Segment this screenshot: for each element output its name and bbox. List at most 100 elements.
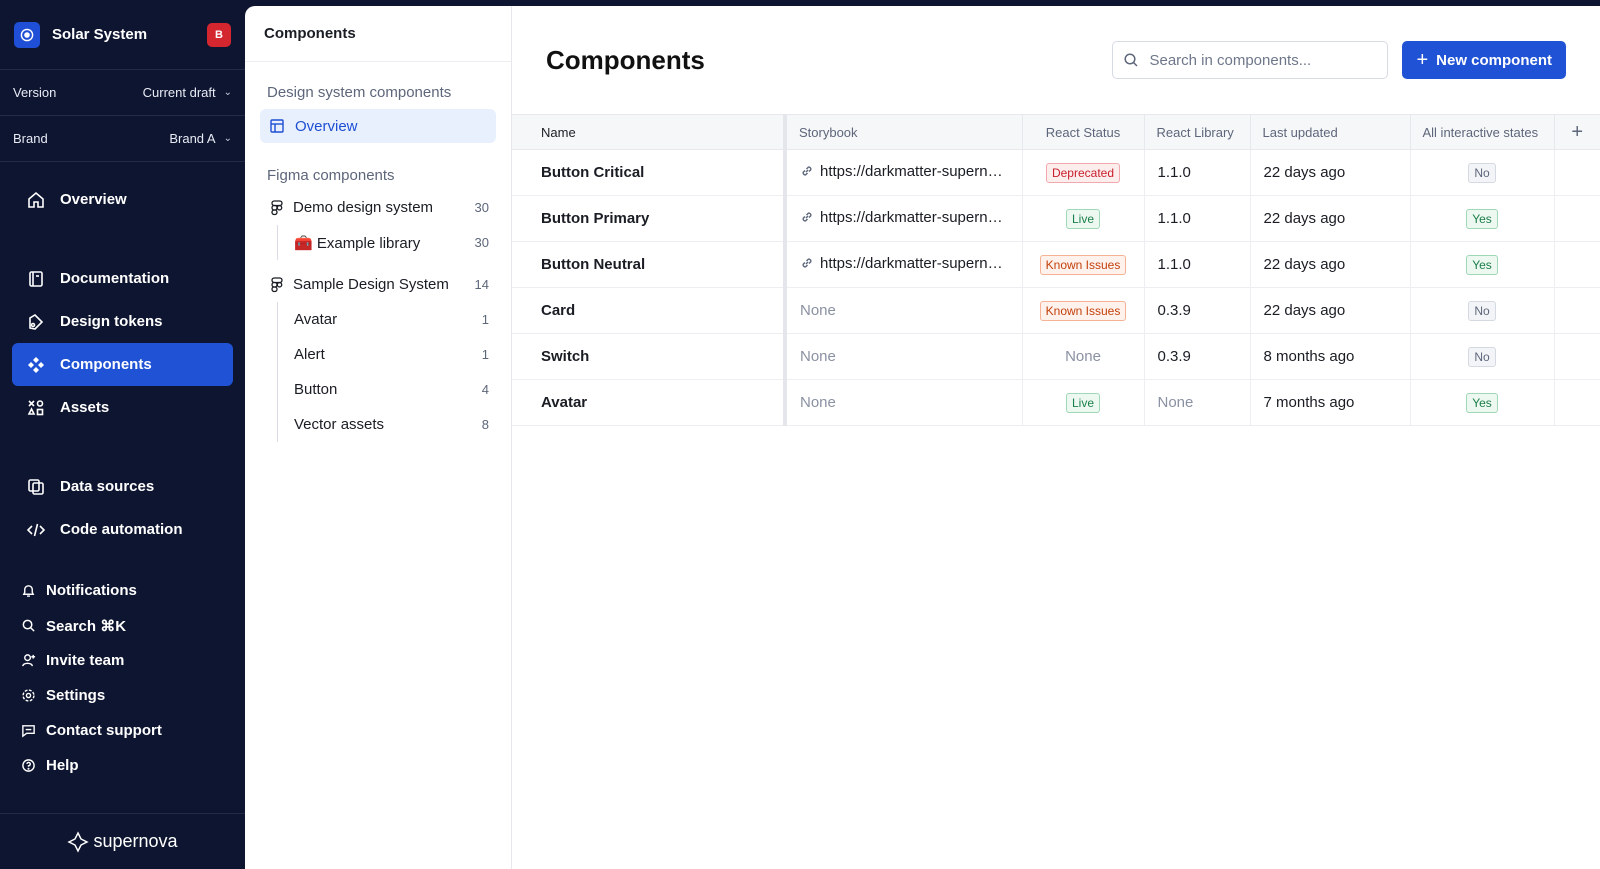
nav-item-notifications[interactable]: Notifications (0, 573, 245, 608)
storybook-url: https://darkmatter-supernova.io (820, 255, 1022, 273)
last-updated: 7 months ago (1250, 379, 1411, 426)
table-row[interactable]: Avatar None Live None 7 months ago Yes (512, 379, 1600, 426)
component-name: Switch (512, 333, 787, 380)
states-badge: No (1468, 162, 1496, 183)
react-library-version: 0.3.9 (1144, 287, 1251, 334)
nav-item-invite-team[interactable]: Invite team (0, 643, 245, 678)
table-row[interactable]: Button Critical https://darkmatter-super… (512, 149, 1600, 196)
storybook-url: https://darkmatter-supernova.io (820, 163, 1022, 181)
nav-label: Invite team (46, 652, 125, 669)
last-updated: 22 days ago (1250, 241, 1411, 288)
states-badge: Yes (1466, 254, 1498, 275)
column-header-last-updated[interactable]: Last updated (1250, 114, 1411, 150)
nav-item-search[interactable]: Search ⌘K (0, 608, 245, 643)
nav-label: Help (46, 757, 79, 774)
new-component-label: New component (1436, 51, 1552, 69)
nav-item-data-sources[interactable]: Data sources (12, 465, 233, 508)
nav-label: Design tokens (60, 313, 163, 330)
interactive-states-cell: Yes (1410, 241, 1555, 288)
subnav-item-overview[interactable]: Overview (260, 109, 496, 143)
workspace-name: Solar System (52, 26, 148, 43)
brand-value: Brand A (169, 131, 216, 146)
table-row[interactable]: Button Neutral https://darkmatter-supern… (512, 241, 1600, 288)
column-header-storybook[interactable]: Storybook (785, 114, 1023, 150)
tree-children-demo: 🧰 Example library 30 (277, 225, 511, 260)
ds-section-heading: Design system components (267, 84, 452, 101)
tree-label: Button (294, 381, 338, 398)
react-library-version: 1.1.0 (1144, 195, 1251, 242)
interactive-states-cell: Yes (1410, 379, 1555, 426)
main-sidebar: Solar System B Version Current draft ⌄ B… (0, 0, 245, 869)
react-status-cell: Known Issues (1022, 287, 1145, 334)
storybook-cell: None (785, 287, 1023, 334)
nav-item-components[interactable]: Components (12, 343, 233, 386)
tree-item-alert[interactable]: Alert 1 (294, 337, 511, 372)
last-updated: 22 days ago (1250, 149, 1411, 196)
shapes-icon (26, 398, 46, 418)
tree-item-demo-design-system[interactable]: Demo design system 30 (245, 190, 511, 225)
tree-count: 8 (481, 417, 489, 432)
tree-count: 30 (474, 200, 489, 215)
search-box[interactable] (1112, 41, 1389, 79)
nav-item-overview[interactable]: Overview (12, 178, 233, 221)
interactive-states-cell: No (1410, 149, 1555, 196)
nav-item-assets[interactable]: Assets (12, 386, 233, 429)
footer-logo-text: supernova (93, 831, 178, 851)
column-header-name[interactable]: Name (512, 114, 787, 150)
version-selector[interactable]: Version Current draft ⌄ (0, 70, 245, 116)
components-main: Components + New component Name Storyboo… (512, 6, 1600, 869)
nav-label: Settings (46, 687, 106, 704)
storybook-cell[interactable]: https://darkmatter-supernova.io (785, 195, 1023, 242)
tree-label: Sample Design System (293, 276, 449, 293)
table-row[interactable]: Button Primary https://darkmatter-supern… (512, 195, 1600, 242)
new-component-button[interactable]: + New component (1402, 41, 1566, 79)
nav-item-code-automation[interactable]: Code automation (12, 508, 233, 551)
workspace-switcher[interactable]: Solar System B (0, 0, 245, 70)
nav-label: Documentation (60, 270, 170, 287)
nav-label: Code automation (60, 521, 183, 538)
column-header-interactive-states[interactable]: All interactive states (1410, 114, 1555, 150)
search-icon (1123, 52, 1139, 68)
brand-selector[interactable]: Brand Brand A ⌄ (0, 116, 245, 162)
main-header: Components + New component (512, 6, 1600, 114)
nav-item-contact-support[interactable]: Contact support (0, 713, 245, 748)
tree-children-sample: Avatar 1 Alert 1 Button 4 Vector assets … (277, 302, 511, 442)
chevron-down-icon: ⌄ (223, 133, 232, 144)
tree-item-vector-assets[interactable]: Vector assets 8 (294, 407, 511, 442)
components-table: Name Storybook React Status React Librar… (512, 114, 1600, 426)
supernova-logo-icon (67, 830, 90, 853)
states-badge: Yes (1466, 208, 1498, 229)
column-header-react-status[interactable]: React Status (1022, 114, 1145, 150)
react-status-cell: Known Issues (1022, 241, 1145, 288)
tree-item-avatar[interactable]: Avatar 1 (294, 302, 511, 337)
subnav-label: Overview (295, 117, 358, 135)
tree-item-button[interactable]: Button 4 (294, 372, 511, 407)
nav-item-settings[interactable]: Settings (0, 678, 245, 713)
component-name: Button Primary (512, 195, 787, 242)
nav-item-design-tokens[interactable]: Design tokens (12, 300, 233, 343)
column-header-react-library[interactable]: React Library (1144, 114, 1251, 150)
link-icon (800, 164, 814, 182)
empty-cell (1554, 195, 1600, 242)
react-library-version: 1.1.0 (1144, 241, 1251, 288)
user-plus-icon (20, 653, 36, 669)
tree-item-example-library[interactable]: 🧰 Example library 30 (294, 225, 511, 260)
storybook-cell[interactable]: https://darkmatter-supernova.io (785, 241, 1023, 288)
user-avatar[interactable]: B (207, 22, 231, 47)
figma-section-heading: Figma components (267, 167, 395, 184)
plus-icon: + (1416, 49, 1429, 71)
nav-item-documentation[interactable]: Documentation (12, 257, 233, 300)
table-row[interactable]: Switch None None 0.3.9 8 months ago No (512, 333, 1600, 380)
search-input[interactable] (1149, 51, 1378, 69)
nav-item-help[interactable]: Help (0, 748, 245, 783)
interactive-states-cell: No (1410, 287, 1555, 334)
component-name: Avatar (512, 379, 787, 426)
table-header-row: Name Storybook React Status React Librar… (512, 114, 1600, 150)
tree-item-sample-design-system[interactable]: Sample Design System 14 (245, 267, 511, 302)
empty-cell (1554, 379, 1600, 426)
add-column-button[interactable]: + (1554, 114, 1600, 150)
storybook-cell: None (785, 333, 1023, 380)
storybook-cell[interactable]: https://darkmatter-supernova.io (785, 149, 1023, 196)
table-row[interactable]: Card None Known Issues 0.3.9 22 days ago… (512, 287, 1600, 334)
supernova-logo: supernova (0, 813, 245, 869)
